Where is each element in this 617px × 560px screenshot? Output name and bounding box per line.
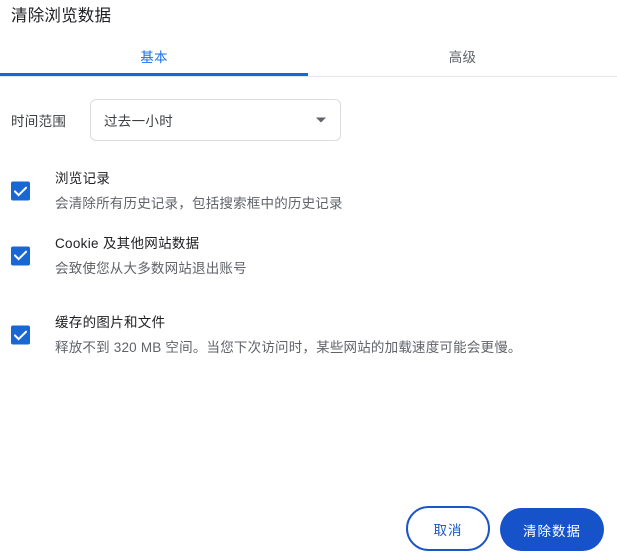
checkbox-cookies[interactable]: [11, 246, 30, 265]
option-title: 缓存的图片和文件: [55, 315, 166, 330]
option-description: 释放不到 320 MB 空间。当您下次访问时，某些网站的加载速度可能会更慢。: [55, 340, 522, 355]
option-text-browsing-history: 浏览记录 会清除所有历史记录，包括搜索框中的历史记录: [55, 162, 577, 220]
option-row-browsing-history[interactable]: 浏览记录 会清除所有历史记录，包括搜索框中的历史记录: [0, 162, 617, 220]
option-text-cookies: Cookie 及其他网站数据 会致使您从大多数网站退出账号: [55, 220, 577, 291]
tabstrip: 基本 高级: [0, 40, 617, 77]
time-range-label: 时间范围: [11, 114, 67, 129]
option-row-cached-images[interactable]: 缓存的图片和文件 释放不到 320 MB 空间。当您下次访问时，某些网站的加载速…: [0, 291, 617, 379]
tab-basic-label: 基本: [140, 50, 168, 65]
option-row-cookies[interactable]: Cookie 及其他网站数据 会致使您从大多数网站退出账号: [0, 220, 617, 291]
checkbox-browsing-history[interactable]: [11, 181, 30, 201]
checkbox-cached-images[interactable]: [11, 325, 30, 345]
option-title: Cookie 及其他网站数据: [55, 235, 200, 251]
dialog-footer: 取消 清除数据: [0, 497, 617, 560]
time-range-select[interactable]: 过去一小时: [90, 99, 341, 141]
tab-advanced[interactable]: 高级: [308, 40, 617, 76]
clear-browsing-data-dialog: 清除浏览数据 基本 高级 时间范围 过去一小时 浏览记录 会清除所有历史记录，包…: [0, 0, 617, 560]
time-range-value: 过去一小时: [104, 114, 173, 129]
option-description: 会致使您从大多数网站退出账号: [55, 260, 247, 276]
option-title: 浏览记录: [55, 171, 111, 186]
clear-data-button[interactable]: 清除数据: [500, 508, 604, 551]
time-range-row: 时间范围 过去一小时: [0, 99, 617, 141]
option-text-cached-images: 缓存的图片和文件 释放不到 320 MB 空间。当您下次访问时，某些网站的加载速…: [55, 291, 589, 379]
tab-basic[interactable]: 基本: [0, 40, 308, 76]
page-title: 清除浏览数据: [11, 7, 112, 25]
cancel-button[interactable]: 取消: [406, 506, 490, 551]
chevron-down-icon: [316, 117, 326, 123]
options-list: 浏览记录 会清除所有历史记录，包括搜索框中的历史记录 Cookie 及其他网站数…: [0, 162, 617, 379]
tab-advanced-label: 高级: [448, 50, 477, 65]
option-description: 会清除所有历史记录，包括搜索框中的历史记录: [55, 196, 343, 211]
active-tab-indicator: [0, 73, 308, 76]
